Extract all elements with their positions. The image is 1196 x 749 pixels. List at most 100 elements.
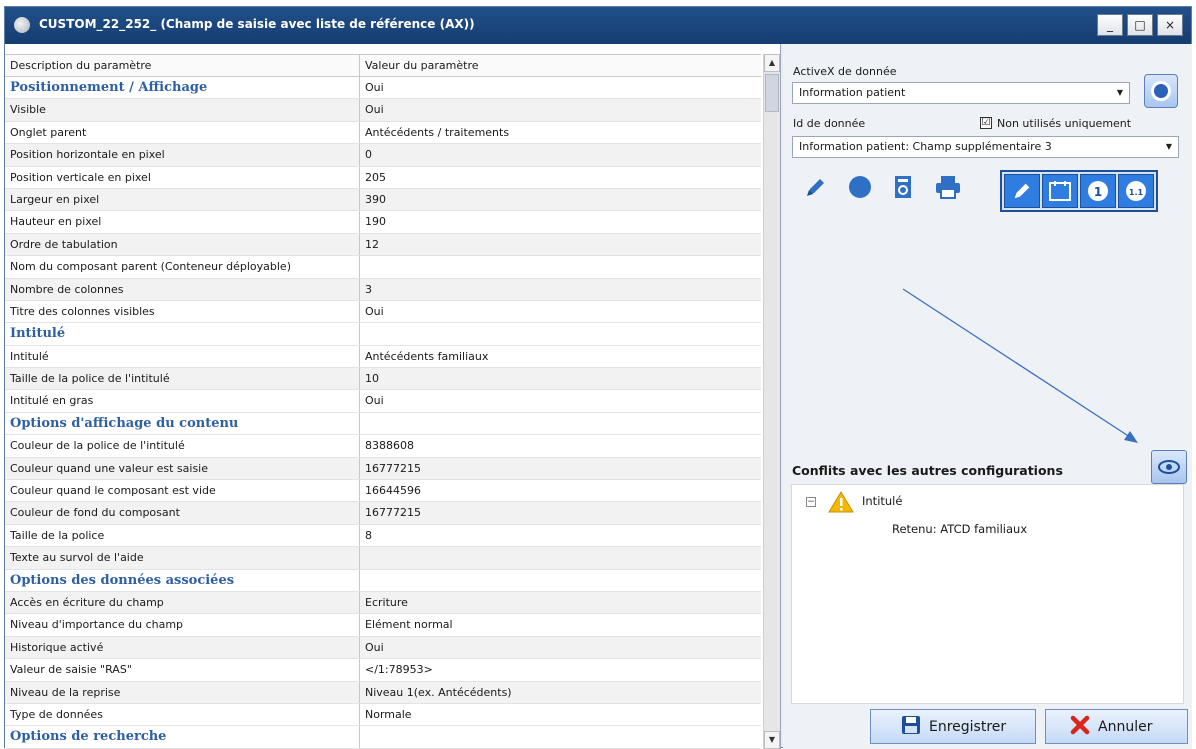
warning-icon bbox=[828, 491, 854, 516]
parameter-value[interactable]: Elément normal bbox=[360, 614, 761, 635]
scroll-up-icon[interactable]: ▲ bbox=[764, 54, 780, 72]
parameter-name: Onglet parent bbox=[5, 121, 360, 144]
grid-section-row[interactable]: Options d'affichage du contenu bbox=[5, 412, 761, 436]
table-row[interactable]: Visible Oui bbox=[5, 99, 761, 122]
parameter-value[interactable]: Antécédents / traitements bbox=[360, 122, 761, 143]
parameter-value[interactable]: 190 bbox=[360, 211, 761, 232]
table-row[interactable]: Ordre de tabulation 12 bbox=[5, 233, 761, 257]
table-row[interactable]: Niveau de la reprise Niveau 1(ex. Antécéd… bbox=[5, 681, 761, 704]
window-controls: _ □ × bbox=[1097, 14, 1183, 36]
tree-node-label[interactable]: Intitulé bbox=[862, 494, 902, 508]
parameter-value[interactable]: 10 bbox=[360, 368, 761, 389]
table-row[interactable]: Couleur quand le composant est vide 16644… bbox=[5, 480, 761, 503]
parameter-value[interactable]: 0 bbox=[360, 144, 761, 165]
cancel-button[interactable]: Annuler bbox=[1045, 709, 1188, 744]
parameter-value[interactable]: 3 bbox=[360, 279, 761, 300]
parameter-value[interactable] bbox=[360, 726, 761, 747]
grid-section-row[interactable]: Intitulé bbox=[5, 323, 761, 346]
tree-child-label[interactable]: Retenu: ATCD familiaux bbox=[892, 522, 1027, 536]
parameter-value[interactable]: Oui bbox=[360, 390, 761, 411]
grid-section-row[interactable]: Positionnement / Affichage Oui bbox=[5, 77, 761, 100]
parameter-name: Nombre de colonnes bbox=[5, 278, 360, 300]
maximize-button[interactable]: □ bbox=[1127, 14, 1153, 36]
table-row[interactable]: Nombre de colonnes 3 bbox=[5, 278, 761, 301]
parameter-value[interactable]: Oui bbox=[360, 637, 761, 658]
parameter-name: Taille de la police de l'intitulé bbox=[5, 368, 360, 390]
parameter-value[interactable] bbox=[360, 570, 761, 591]
table-row[interactable]: Couleur quand une valeur est saisie 16777… bbox=[5, 457, 761, 481]
grid-scrollbar[interactable]: ▲ ▼ bbox=[763, 54, 780, 749]
parameter-value[interactable]: Antécédents familiaux bbox=[360, 346, 761, 367]
table-row[interactable]: Couleur de la police de l'intitulé 838860… bbox=[5, 435, 761, 458]
parameter-name: Visible bbox=[5, 99, 360, 121]
parameter-value[interactable]: 8 bbox=[360, 525, 761, 546]
parameter-value[interactable]: Oui bbox=[360, 77, 761, 98]
parameter-grid: Description du paramètre Valeur du param… bbox=[5, 44, 781, 749]
section-title: Positionnement / Affichage bbox=[5, 77, 360, 99]
table-row[interactable]: Texte au survol de l'aide bbox=[5, 547, 761, 570]
grid-rows: Positionnement / Affichage Oui Visible Oui O… bbox=[5, 77, 761, 749]
parameter-value[interactable]: Oui bbox=[360, 99, 761, 120]
table-row[interactable]: Niveau d'importance du champ Elément norm… bbox=[5, 614, 761, 637]
table-row[interactable]: Couleur de fond du composant 16777215 bbox=[5, 502, 761, 525]
minimize-button[interactable]: _ bbox=[1097, 14, 1123, 36]
table-row[interactable]: Accès en écriture du champ Ecriture bbox=[5, 591, 761, 615]
parameter-value[interactable]: </1:78953> bbox=[360, 659, 761, 680]
column-header-description[interactable]: Description du paramètre bbox=[5, 55, 360, 77]
table-row[interactable]: Taille de la police 8 bbox=[5, 524, 761, 548]
parameter-value[interactable]: 205 bbox=[360, 167, 761, 188]
table-row[interactable]: Position horizontale en pixel 0 bbox=[5, 144, 761, 167]
conflicts-title: Conflits avec les autres configurations bbox=[792, 463, 1063, 478]
eye-icon[interactable] bbox=[1151, 450, 1187, 484]
parameter-value[interactable]: Niveau 1(ex. Antécédents) bbox=[360, 682, 761, 703]
parameter-value[interactable]: Normale bbox=[360, 704, 761, 725]
parameter-value[interactable] bbox=[360, 547, 761, 568]
floppy-disk-icon bbox=[901, 715, 921, 739]
table-row[interactable]: Onglet parent Antécédents / traitements bbox=[5, 121, 761, 145]
parameter-value[interactable]: 390 bbox=[360, 189, 761, 210]
parameter-value[interactable]: 12 bbox=[360, 234, 761, 255]
table-row[interactable]: Largeur en pixel 390 bbox=[5, 188, 761, 212]
table-row[interactable]: Valeur de saisie "RAS" </1:78953> bbox=[5, 659, 761, 682]
table-row[interactable]: Taille de la police de l'intitulé 10 bbox=[5, 368, 761, 391]
table-row[interactable]: Intitulé Antécédents familiaux bbox=[5, 345, 761, 369]
table-row[interactable]: Hauteur en pixel 190 bbox=[5, 211, 761, 234]
parameter-name: Niveau d'importance du champ bbox=[5, 614, 360, 636]
title-bar[interactable]: CUSTOM_22_252_ (Champ de saisie avec lis… bbox=[5, 7, 1191, 44]
table-row[interactable]: Titre des colonnes visibles Oui bbox=[5, 300, 761, 324]
table-row[interactable]: Historique activé Oui bbox=[5, 636, 761, 660]
close-button[interactable]: × bbox=[1157, 14, 1183, 36]
parameter-value[interactable]: 16777215 bbox=[360, 458, 761, 479]
parameter-value[interactable]: 8388608 bbox=[360, 435, 761, 456]
table-row[interactable]: Nom du composant parent (Conteneur déplo… bbox=[5, 256, 761, 279]
parameter-name: Niveau de la reprise bbox=[5, 681, 360, 703]
parameter-value[interactable]: Ecriture bbox=[360, 592, 761, 613]
save-button[interactable]: Enregistrer bbox=[870, 709, 1036, 744]
table-row[interactable]: Type de données Normale bbox=[5, 703, 761, 727]
tree-collapse-icon[interactable]: − bbox=[806, 497, 816, 507]
grid-section-row[interactable]: Options des données associées bbox=[5, 569, 761, 592]
table-row[interactable]: Position verticale en pixel 205 bbox=[5, 166, 761, 189]
parameter-value[interactable] bbox=[360, 256, 761, 277]
parameter-value[interactable] bbox=[360, 413, 761, 434]
parameter-name: Intitulé bbox=[5, 345, 360, 368]
data-config-panel: ActiveX de donnée Information patient ▼ … bbox=[783, 44, 1192, 749]
parameter-name: Intitulé en gras bbox=[5, 390, 360, 412]
table-row[interactable]: Intitulé en gras Oui bbox=[5, 390, 761, 413]
cancel-label: Annuler bbox=[1098, 718, 1153, 735]
parameter-name: Historique activé bbox=[5, 636, 360, 659]
parameter-value[interactable]: Oui bbox=[360, 301, 761, 322]
scroll-down-icon[interactable]: ▼ bbox=[764, 731, 780, 749]
section-title: Intitulé bbox=[5, 323, 360, 345]
parameter-value[interactable] bbox=[360, 323, 761, 344]
parameter-name: Couleur de fond du composant bbox=[5, 502, 360, 524]
parameter-name: Position horizontale en pixel bbox=[5, 144, 360, 166]
grid-section-row[interactable]: Options de recherche bbox=[5, 726, 761, 749]
column-header-value[interactable]: Valeur du paramètre bbox=[360, 55, 761, 77]
parameter-value[interactable]: 16777215 bbox=[360, 502, 761, 523]
parameter-name: Couleur quand le composant est vide bbox=[5, 480, 360, 502]
conflicts-tree: − Intitulé Retenu: ATCD familiaux bbox=[791, 484, 1184, 704]
parameter-name: Couleur quand une valeur est saisie bbox=[5, 457, 360, 480]
parameter-value[interactable]: 16644596 bbox=[360, 480, 761, 501]
scroll-thumb[interactable] bbox=[765, 74, 779, 112]
